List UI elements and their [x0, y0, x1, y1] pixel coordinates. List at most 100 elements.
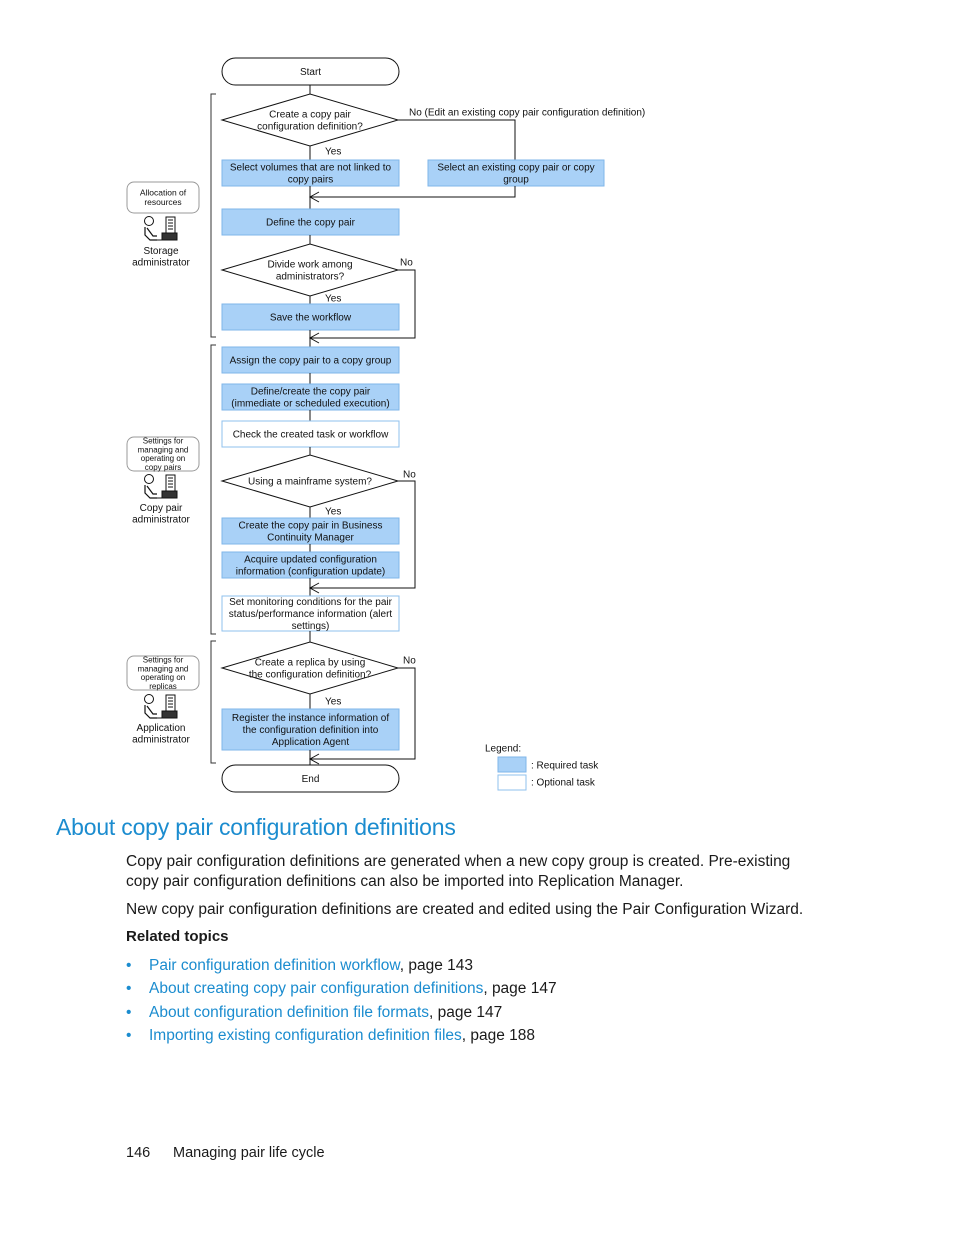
task-set-monitoring-label-line: settings) — [292, 621, 330, 632]
related-topic-item: • Importing existing configuration defini… — [126, 1025, 557, 1048]
task-define-pair-label-line: Define the copy pair — [266, 218, 356, 229]
intro-paragraph: Copy pair configuration definitions are … — [126, 853, 791, 890]
yes-label: Yes — [325, 697, 341, 708]
task-register-instance-label-line: the configuration definition into — [243, 725, 379, 736]
section-title: About copy pair configuration definition… — [56, 814, 456, 840]
administrator-icon — [143, 693, 178, 719]
bullet-icon: • — [126, 980, 132, 998]
bullet-icon: • — [126, 1003, 132, 1021]
yes-label: Yes — [325, 507, 341, 518]
phase-label: Allocation ofresources — [140, 188, 187, 208]
decision-create-replica-label: Create a replica by usingthe configurati… — [249, 658, 372, 681]
task-create-bcm-label-line: Continuity Manager — [267, 533, 354, 544]
legend-title: Legend: — [485, 744, 521, 755]
task-select-existing-label-line: group — [503, 175, 529, 186]
page-reference: , page 188 — [461, 1026, 536, 1044]
yes-label: Yes — [325, 147, 341, 158]
related-topic-item: • About creating copy pair configuration … — [126, 978, 557, 1001]
chapter-title: Managing pair life cycle — [173, 1145, 325, 1161]
yes-label-line: Yes — [325, 147, 341, 158]
task-save-workflow-label-line: Save the workflow — [270, 313, 352, 324]
decision-mainframe-label-line: Using a mainframe system? — [248, 477, 372, 488]
start-terminal-label-line: Start — [300, 67, 321, 78]
decision-create-replica-label-line: the configuration definition? — [249, 670, 372, 681]
phase-label-line: managing and — [138, 664, 189, 673]
decision-mainframe-label: Using a mainframe system? — [248, 477, 372, 488]
role-name-line: administrator — [132, 514, 190, 525]
end-terminal-label-line: End — [302, 774, 320, 785]
legend-optional-label-line: : Optional task — [531, 778, 596, 789]
page-reference: , page 143 — [399, 957, 473, 974]
phase-label-line: copy pairs — [145, 463, 181, 472]
decision-create-definition-label-line: configuration definition? — [257, 122, 363, 133]
related-topics-heading: Related topics — [126, 928, 229, 945]
legend-required-label: : Required task — [531, 761, 599, 772]
related-topics-list: • Pair configuration definition workflow,… — [126, 955, 557, 1048]
task-set-monitoring-label-line: Set monitoring conditions for the pair — [229, 597, 393, 608]
role-name-line: Application — [137, 723, 186, 734]
administrator-icon — [143, 215, 178, 241]
page-reference: , page 147 — [483, 980, 557, 998]
phase-label-line: Allocation of — [140, 188, 187, 198]
no-label: No (Edit an existing copy pair configura… — [409, 108, 645, 119]
legend-title-line: Legend: — [485, 744, 521, 755]
task-acquire-config-label-line: information (configuration update) — [236, 567, 386, 578]
no-label: No — [400, 258, 413, 269]
phase-bracket — [210, 344, 216, 635]
legend-optional-label: : Optional task — [531, 778, 596, 789]
task-define-create-label-line: (immediate or scheduled execution) — [231, 399, 389, 410]
task-set-monitoring-label-line: status/performance information (alert — [229, 609, 393, 620]
yes-label-line: Yes — [325, 697, 341, 708]
phase-label-line: operating on — [141, 454, 185, 463]
no-label-line: No (Edit an existing copy pair configura… — [409, 108, 645, 119]
no-label: No — [403, 470, 416, 481]
decision-create-definition-label: Create a copy pairconfiguration definiti… — [257, 110, 363, 133]
yes-label-line: Yes — [325, 294, 341, 305]
task-define-create-label-line: Define/create the copy pair — [251, 387, 371, 398]
decision-divide-work-label-line: administrators? — [276, 272, 345, 283]
task-register-instance-label-line: Application Agent — [272, 737, 350, 748]
phase-label-line: operating on — [141, 673, 185, 682]
task-acquire-config-label: Acquire updated configurationinformation… — [236, 555, 386, 578]
task-select-volumes-label-line: Select volumes that are not linked to — [230, 163, 392, 174]
legend-optional-swatch — [497, 774, 527, 791]
related-topic-link[interactable]: About creating copy pair configuration d… — [149, 980, 483, 997]
role-name: Applicationadministrator — [132, 723, 190, 746]
no-label-line: No — [403, 470, 416, 481]
task-assign-group-label-line: Assign the copy pair to a copy group — [230, 356, 392, 367]
task-select-existing-label-line: Select an existing copy pair or copy — [437, 163, 594, 174]
page-footer: 146 Managing pair life cycle — [126, 1145, 325, 1161]
role-name: Copy pairadministrator — [132, 503, 190, 526]
connector-no-branch — [398, 119, 516, 160]
task-define-pair-label: Define the copy pair — [266, 218, 356, 229]
page-number: 146 — [126, 1145, 151, 1161]
related-topic-link[interactable]: Importing existing configuration definit… — [149, 1027, 462, 1044]
phase-bracket — [210, 640, 216, 764]
phase-label-line: Settings for — [143, 437, 184, 446]
bullet-icon: • — [126, 1026, 132, 1044]
workflow-diagram: Start Create a copy pairconfiguration def… — [126, 57, 645, 793]
related-topic-item: • About configuration definition file for… — [126, 1002, 557, 1025]
phase-label: Settings formanaging andoperating oncopy… — [138, 437, 189, 472]
decision-create-definition-label-line: Create a copy pair — [269, 110, 351, 121]
task-register-instance-label-line: Register the instance information of — [232, 713, 390, 724]
task-select-volumes-label-line: copy pairs — [288, 175, 334, 186]
yes-label: Yes — [325, 294, 341, 305]
no-label-line: No — [403, 656, 416, 667]
role-name-line: Storage — [143, 246, 178, 257]
phase-label-line: replicas — [149, 682, 177, 691]
decision-divide-work-label: Divide work amongadministrators? — [267, 260, 352, 283]
start-terminal-label: Start — [300, 67, 321, 78]
task-define-create-label: Define/create the copy pair(immediate or… — [231, 387, 389, 410]
role-name-line: administrator — [132, 734, 190, 745]
phase-label-line: resources — [144, 197, 181, 207]
connector-merge — [310, 186, 516, 198]
phase-bracket — [210, 93, 216, 338]
related-topic-link[interactable]: Pair configuration definition workflow — [149, 957, 400, 974]
wizard-paragraph: New copy pair configuration definitions … — [126, 901, 804, 918]
legend-required-label-line: : Required task — [531, 761, 599, 772]
no-label: No — [403, 656, 416, 667]
decision-create-replica-label-line: Create a replica by using — [255, 658, 366, 669]
related-topic-link[interactable]: About configuration definition file form… — [149, 1004, 429, 1021]
role-name: Storageadministrator — [132, 246, 190, 269]
